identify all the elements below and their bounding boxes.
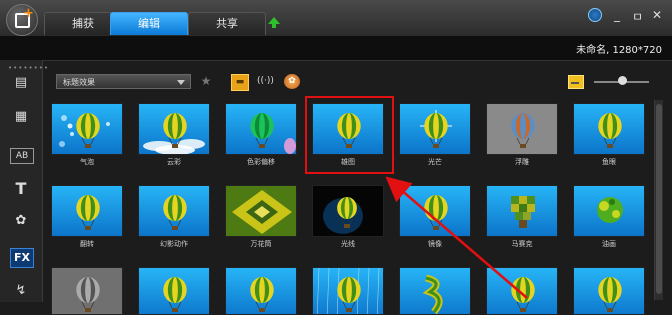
effect-thumbnail[interactable] <box>51 185 123 237</box>
view-mode-icon[interactable] <box>568 75 584 89</box>
effect-thumbnail[interactable] <box>312 267 384 315</box>
effect-thumbnail[interactable] <box>225 103 297 155</box>
effect-label: 气泡 <box>80 158 94 166</box>
effect-item[interactable] <box>48 267 126 315</box>
effect-thumbnail[interactable] <box>51 103 123 155</box>
effect-label: 光芒 <box>428 158 442 166</box>
scroll-thumb[interactable] <box>656 104 662 294</box>
filter-icon[interactable]: FX <box>10 248 34 268</box>
effect-item[interactable]: 云彩 <box>135 103 213 177</box>
effect-label: 鱼眼 <box>602 158 616 166</box>
effect-item[interactable]: 油画 <box>570 185 648 259</box>
palette-icon[interactable]: ✿ <box>284 74 300 89</box>
globe-icon[interactable] <box>588 8 602 22</box>
effect-thumbnail[interactable] <box>399 185 471 237</box>
category-select[interactable]: 标题效果 <box>56 74 191 89</box>
upload-arrow-icon[interactable] <box>268 17 280 28</box>
left-toolbar: •••••••• ▤ ▦ AB T ✿ FX ↯ <box>0 60 48 302</box>
effect-thumbnail[interactable] <box>573 185 645 237</box>
effect-item[interactable]: 幻影动作 <box>135 185 213 259</box>
instant-project-icon[interactable]: ▦ <box>10 108 32 126</box>
effect-thumbnail[interactable] <box>138 267 210 315</box>
app-logo-icon[interactable] <box>6 4 38 36</box>
graphic-icon[interactable]: ✿ <box>10 212 32 230</box>
effect-thumbnail[interactable] <box>486 103 558 155</box>
effect-label: 浮雕 <box>515 158 529 166</box>
tab-share[interactable]: 共享 <box>188 12 266 35</box>
effect-label: 油画 <box>602 240 616 248</box>
effect-item[interactable]: 光芒 <box>396 103 474 177</box>
effect-thumbnail[interactable] <box>225 267 297 315</box>
effect-thumbnail[interactable] <box>312 185 384 237</box>
effect-label: 光线 <box>341 240 355 248</box>
film-filter-icon[interactable]: ▬ <box>231 74 249 91</box>
effect-item[interactable] <box>135 267 213 315</box>
slider-knob[interactable] <box>618 76 627 85</box>
effect-thumbnail[interactable] <box>51 267 123 315</box>
effect-item[interactable] <box>483 267 561 315</box>
effect-thumbnail[interactable] <box>138 103 210 155</box>
effect-thumbnail[interactable] <box>225 185 297 237</box>
effect-item[interactable]: 翻转 <box>48 185 126 259</box>
effect-item[interactable]: 万花筒 <box>222 185 300 259</box>
effect-thumbnail[interactable] <box>486 185 558 237</box>
effect-item[interactable]: 镜像 <box>396 185 474 259</box>
minimize-button[interactable]: _ <box>614 8 620 22</box>
effect-thumbnail[interactable] <box>573 267 645 315</box>
sound-filter-icon[interactable]: ((·)) <box>257 74 274 89</box>
library-header: 标题效果 ★ ▬ ((·)) ✿ <box>44 68 666 96</box>
effect-label: 云彩 <box>167 158 181 166</box>
effect-label: 马赛克 <box>511 240 533 248</box>
effect-item[interactable]: 马赛克 <box>483 185 561 259</box>
effect-thumbnail[interactable] <box>486 267 558 315</box>
tab-edit[interactable]: 编辑 <box>110 12 188 35</box>
effect-item[interactable] <box>570 267 648 315</box>
effect-label: 幻影动作 <box>160 240 188 248</box>
effect-item[interactable]: 气泡 <box>48 103 126 177</box>
media-library-icon[interactable]: ▤ <box>10 74 32 92</box>
effect-item[interactable] <box>222 267 300 315</box>
grip-dots[interactable]: •••••••• <box>8 64 49 72</box>
effect-item[interactable] <box>309 267 387 315</box>
effect-item[interactable] <box>396 267 474 315</box>
title-icon[interactable]: T <box>10 180 32 198</box>
effect-label: 万花筒 <box>250 240 272 248</box>
effect-label: 翻转 <box>80 240 94 248</box>
effect-item[interactable]: 色彩偏移 <box>222 103 300 177</box>
transition-icon[interactable]: AB <box>10 148 34 164</box>
effect-thumbnail[interactable] <box>399 103 471 155</box>
effect-thumbnail[interactable] <box>573 103 645 155</box>
effect-item[interactable]: 浮雕 <box>483 103 561 177</box>
effect-thumbnail[interactable] <box>399 267 471 315</box>
effect-label: 镜像 <box>428 240 442 248</box>
title-bar: 捕获 编辑 共享 _ ㅁ ✕ <box>0 0 672 36</box>
project-bar: 未命名, 1280*720 <box>0 36 672 61</box>
effect-label: 色彩偏移 <box>247 158 275 166</box>
project-info: 未命名, 1280*720 <box>576 45 662 56</box>
highlight-box <box>305 96 394 174</box>
effect-item[interactable]: 鱼眼 <box>570 103 648 177</box>
effect-item[interactable]: 光线 <box>309 185 387 259</box>
restore-button[interactable]: ㅁ <box>632 8 643 25</box>
path-icon[interactable]: ↯ <box>10 282 32 300</box>
close-button[interactable]: ✕ <box>652 8 662 22</box>
chevron-down-icon[interactable] <box>177 80 185 85</box>
category-select-value: 标题效果 <box>63 78 95 87</box>
effect-thumbnail[interactable] <box>138 185 210 237</box>
star-add-icon[interactable]: ★ <box>198 74 214 89</box>
scrollbar[interactable] <box>654 100 663 300</box>
